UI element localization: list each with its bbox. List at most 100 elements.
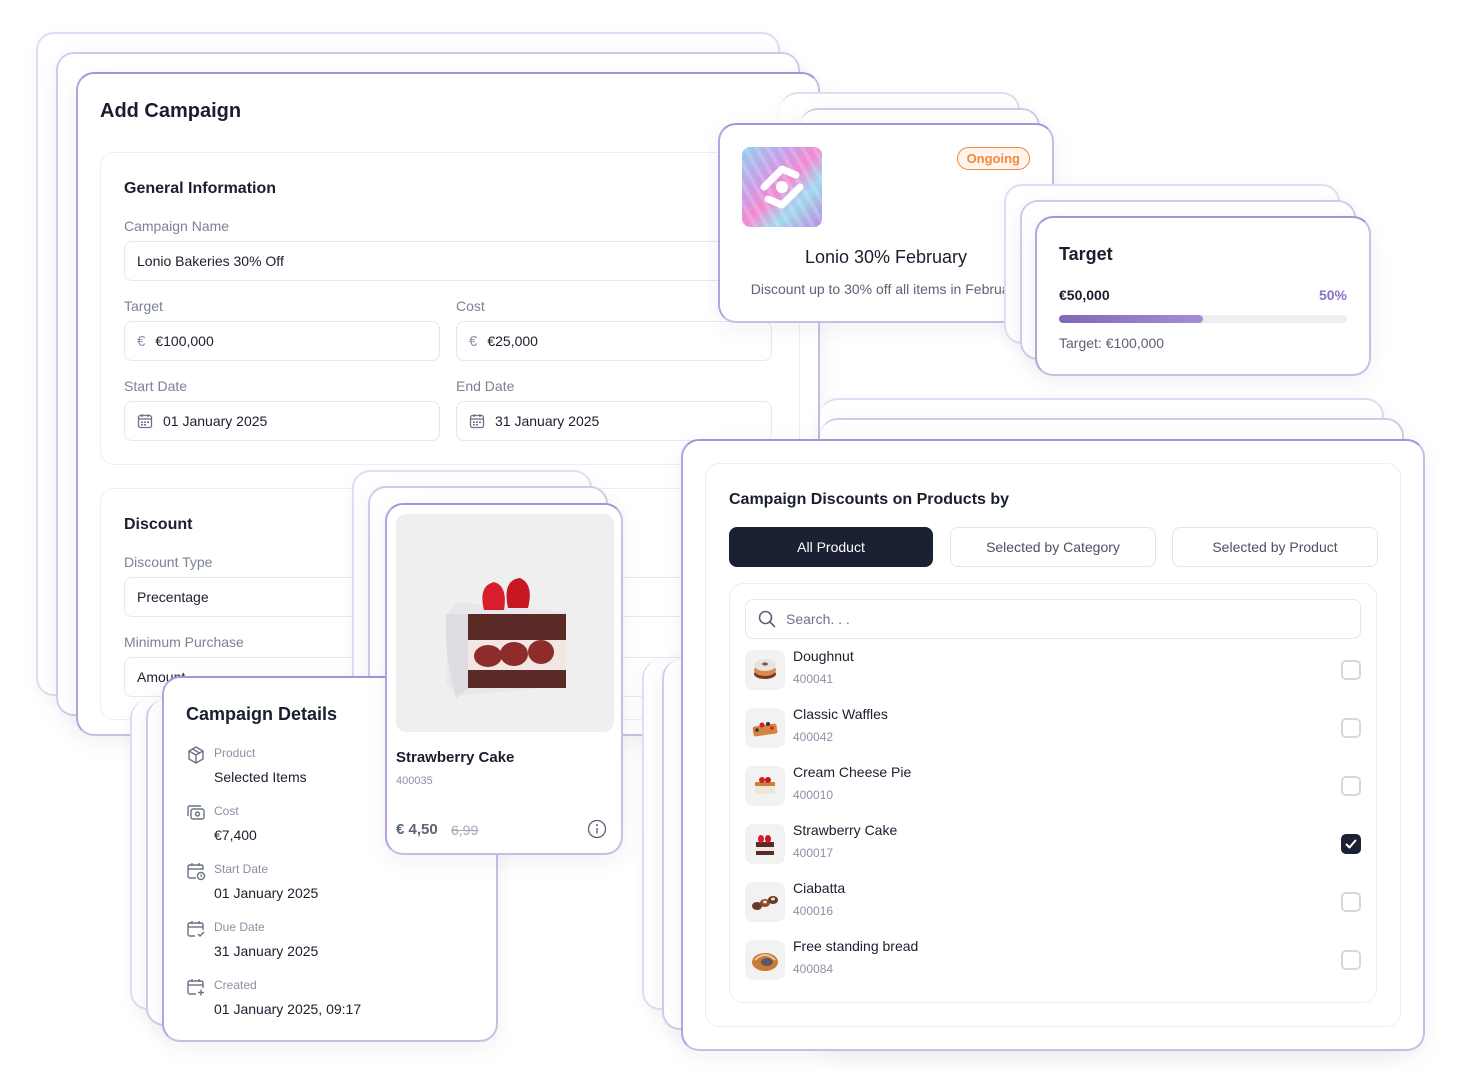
product-list-container: Search. . . Doughnut 400041 Classic Waffle… [729,583,1377,1003]
target-current-value: €50,000 [1059,287,1110,303]
target-total: Target: €100,000 [1059,335,1165,351]
detail-label: Start Date [214,862,269,876]
details-heading: Campaign Details [186,704,338,724]
checkbox[interactable] [1341,776,1361,796]
campaign-name-input[interactable]: Lonio Bakeries 30% Off [124,241,784,281]
campaign-name-value: Lonio Bakeries 30% Off [137,253,284,269]
product-thumbnail [745,940,785,980]
discounts-heading: Campaign Discounts on Products by [729,491,1010,508]
product-list-item[interactable]: Cream Cheese Pie 400010 [745,764,1361,808]
calendar-icon [469,414,485,429]
product-sku: 400042 [793,730,834,744]
end-date-label: End Date [456,378,515,394]
product-list-item[interactable]: Strawberry Cake 400017 [745,822,1361,866]
target-progress-fill [1059,315,1203,323]
discount-type-label: Discount Type [124,554,213,570]
product-sku: 400035 [396,775,433,787]
detail-label: Cost [214,804,239,818]
start-date-input[interactable]: 01 January 2025 [124,401,440,441]
product-name: Strawberry Cake [396,749,515,766]
target-label: Target [124,298,163,314]
box-icon [188,746,204,764]
product-sku: 400084 [793,962,834,976]
product-name: Doughnut [793,648,854,664]
search-icon [758,610,776,628]
product-name: Cream Cheese Pie [793,764,912,780]
section-heading: General Information [124,180,277,197]
calendar-plus-icon [187,979,204,996]
detail-label: Due Date [214,920,265,934]
product-sku: 400010 [793,788,834,802]
product-list-item[interactable]: Free standing bread 400084 [745,938,1361,982]
checkbox-checked[interactable] [1341,834,1361,854]
tab-all-product[interactable]: All Product [729,527,933,567]
checkbox[interactable] [1341,660,1361,680]
section-heading: Discount [124,516,193,533]
target-progress-track [1059,315,1347,323]
euro-icon: € [469,332,478,350]
product-sku: 400017 [793,846,834,860]
euro-icon: € [137,332,146,350]
strawberry-cake-image [445,578,566,698]
detail-label: Created [214,978,257,992]
tab-selected-by-category[interactable]: Selected by Category [950,527,1156,567]
product-old-price: 6,99 [451,822,479,838]
product-name: Classic Waffles [793,706,888,722]
minimum-purchase-label: Minimum Purchase [124,634,244,650]
discounts-section: Campaign Discounts on Products by All Pr… [705,463,1401,1027]
campaign-title: Lonio 30% February [804,247,968,267]
product-list-item[interactable]: Classic Waffles 400042 [745,706,1361,750]
product-thumbnail [745,650,785,690]
info-icon[interactable] [587,819,607,839]
target-card: Target €50,000 50% Target: €100,000 [1035,216,1371,376]
search-placeholder: Search. . . [786,611,850,627]
product-name: Free standing bread [793,938,919,954]
product-thumbnail [745,766,785,806]
search-input[interactable]: Search. . . [745,599,1361,639]
end-date-input[interactable]: 31 January 2025 [456,401,772,441]
product-price: € 4,50 [396,821,438,838]
checkbox[interactable] [1341,892,1361,912]
money-icon [187,805,205,820]
campaign-description: Discount up to 30% off all items in Febr… [750,281,1022,297]
start-date-value: 01 January 2025 [163,413,268,429]
product-list-item[interactable]: Ciabatta 400016 [745,880,1361,924]
start-date-label: Start Date [124,378,188,394]
target-value: €100,000 [155,333,214,349]
general-information-section: General Information Campaign Name Lonio … [100,152,800,465]
detail-value: 01 January 2025 [214,885,319,901]
product-sku: 400041 [793,672,834,686]
product-name: Ciabatta [793,880,846,896]
calendar-check-icon [187,921,205,937]
discount-type-value: Precentage [137,589,209,605]
product-sku: 400016 [793,904,834,918]
tab-selected-by-product[interactable]: Selected by Product [1172,527,1378,567]
campaign-logo [742,147,822,227]
product-name: Strawberry Cake [793,822,898,838]
detail-value: 01 January 2025, 09:17 [214,1001,362,1017]
target-input[interactable]: € €100,000 [124,321,440,361]
product-thumbnail [745,882,785,922]
discounts-panel: Campaign Discounts on Products by All Pr… [681,439,1425,1051]
calendar-clock-icon [187,863,206,881]
detail-value: 31 January 2025 [214,943,319,959]
detail-value: €7,400 [214,827,257,843]
check-icon [1345,839,1357,849]
calendar-icon [137,414,153,429]
campaign-name-label: Campaign Name [124,218,230,234]
cost-input[interactable]: € €25,000 [456,321,772,361]
product-card[interactable]: Strawberry Cake 400035 € 4,50 6,99 [385,503,623,855]
cost-label: Cost [456,298,485,314]
product-list-item[interactable]: Doughnut 400041 [745,648,1361,692]
page-title: Add Campaign [100,100,242,122]
product-thumbnail [745,708,785,748]
checkbox[interactable] [1341,718,1361,738]
end-date-value: 31 January 2025 [495,413,600,429]
cost-value: €25,000 [487,333,538,349]
checkbox[interactable] [1341,950,1361,970]
detail-label: Product [214,746,256,760]
lonio-logo-icon [760,165,804,209]
status-badge: Ongoing [956,147,1030,170]
product-thumbnail [745,824,785,864]
target-percent: 50% [1318,287,1347,303]
